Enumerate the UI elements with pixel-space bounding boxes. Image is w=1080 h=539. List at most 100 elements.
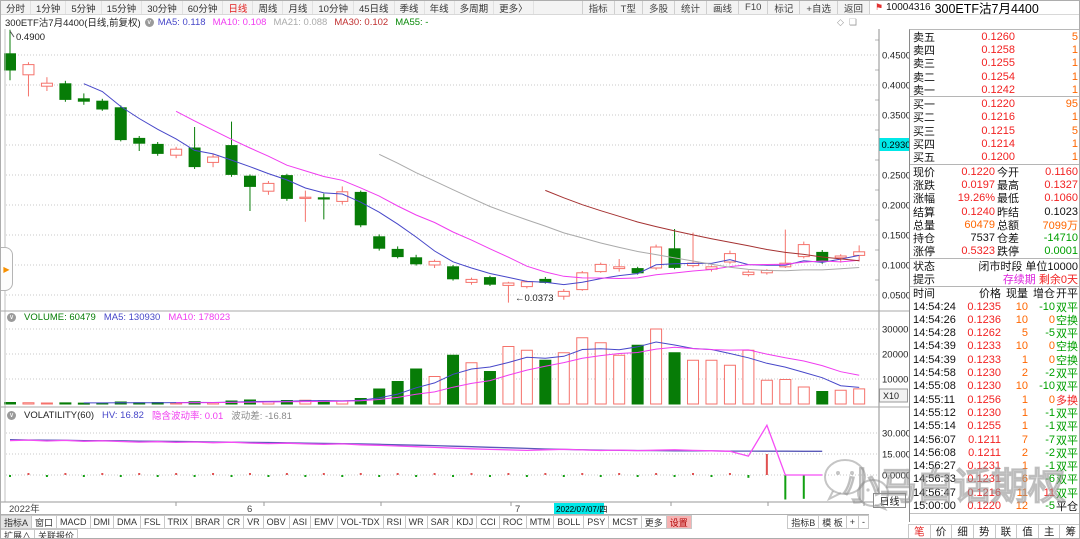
chart-title: 300ETF沽7月4400(日线,前复权) [5, 15, 141, 29]
indicator-button[interactable]: WR [405, 515, 428, 529]
period-item[interactable]: 月线 [283, 1, 313, 14]
svg-text:10000: 10000 [882, 375, 908, 386]
chart-header: 300ETF沽7月4400(日线,前复权) ∨ MA5: 0.118 MA10:… [1, 15, 1079, 29]
toolbar-button[interactable]: 标记 [767, 1, 799, 14]
period-item[interactable]: 60分钟 [183, 1, 224, 14]
period-item[interactable]: 10分钟 [313, 1, 354, 14]
ask-row[interactable]: 卖一0.12421 [910, 83, 1080, 96]
volume-ma5-label: MA5: 130930 [104, 312, 161, 323]
period-item[interactable]: 15分钟 [102, 1, 143, 14]
indicator-button[interactable]: MACD [56, 515, 91, 529]
indicator-button[interactable]: BOLL [553, 515, 584, 529]
indicator-button[interactable]: CR [223, 515, 244, 529]
indicator-button[interactable]: MTM [526, 515, 555, 529]
toolbar-buttons: 指标T型多股统计画线F10标记+自选返回 [582, 1, 869, 14]
extension-row: 扩展∧关联报价 [1, 529, 869, 539]
panel-tab[interactable]: 势 [973, 524, 996, 539]
svg-text:0.0000: 0.0000 [882, 471, 911, 482]
indicator-button[interactable]: FSL [140, 515, 165, 529]
toolbar-button[interactable]: 多股 [642, 1, 674, 14]
ma5-label: MA5: 0.118 [158, 17, 206, 28]
ticks-header-cell: 时间 [913, 285, 960, 301]
indicator-b-button[interactable]: + [846, 515, 859, 529]
panel-expander[interactable]: ▶ [1, 247, 13, 291]
indicator-button[interactable]: TRIX [164, 515, 193, 529]
toolbar-button[interactable]: T型 [614, 1, 642, 14]
ticks-header-cell: 现量 [1001, 285, 1028, 301]
period-item[interactable]: 更多〉 [494, 1, 534, 14]
ma55-label: MA55: - [395, 17, 428, 28]
toolbar-button[interactable]: +自选 [799, 1, 837, 14]
hv-label: HV: 16.82 [102, 410, 144, 421]
volatility-collapse-icon[interactable]: ∨ [7, 411, 16, 420]
more-indicators-button[interactable]: 更多 [641, 515, 667, 529]
period-item[interactable]: 30分钟 [142, 1, 183, 14]
panel-tab[interactable]: 价 [930, 524, 953, 539]
volume-header: ∨ VOLUME: 60479 MA5: 130930 MA10: 178023 [7, 312, 230, 323]
svg-text:0.4000: 0.4000 [882, 81, 911, 92]
period-item[interactable]: 周线 [253, 1, 283, 14]
panel-tab[interactable]: 主 [1038, 524, 1061, 539]
volume-collapse-icon[interactable]: ∨ [7, 313, 16, 322]
panel-tab[interactable]: 值 [1016, 524, 1039, 539]
indicator-button[interactable]: DMA [113, 515, 141, 529]
indicator-button[interactable]: MCST [608, 515, 642, 529]
volume-value-label: VOLUME: 60479 [24, 312, 96, 323]
indicator-button[interactable]: BRAR [191, 515, 224, 529]
period-box[interactable]: 日线 [873, 493, 906, 508]
indicator-group-button[interactable]: 指标A [0, 515, 32, 529]
toolbar-button[interactable]: F10 [738, 1, 767, 14]
period-item[interactable]: 45日线 [354, 1, 395, 14]
indicator-button[interactable]: ROC [499, 515, 527, 529]
period-item[interactable]: 1分钟 [31, 1, 66, 14]
expander-arrow-icon: ▶ [3, 265, 9, 274]
vol-diff-label: 波动差: -16.81 [231, 408, 292, 422]
period-item[interactable]: 年线 [425, 1, 455, 14]
flag-icon: ⚑ [875, 2, 883, 13]
period-item[interactable]: 5分钟 [66, 1, 101, 14]
period-item[interactable]: 季线 [395, 1, 425, 14]
toolbar-button[interactable]: 返回 [837, 1, 869, 14]
indicator-b-button[interactable]: 指标B [787, 515, 819, 529]
svg-text:0.1500: 0.1500 [882, 231, 911, 242]
indicator-button[interactable]: KDJ [452, 515, 477, 529]
settings-button[interactable]: 设置 [666, 515, 692, 529]
ticks-header-cell: 增仓 [1028, 285, 1055, 301]
panel-tab[interactable]: 细 [951, 524, 974, 539]
indicator-button[interactable]: VR [243, 515, 264, 529]
bid-row[interactable]: 买五0.12001 [910, 151, 1080, 164]
panel-tab[interactable]: 筹 [1059, 524, 1080, 539]
svg-text:2022/07/07/四: 2022/07/07/四 [556, 505, 607, 514]
diamond-tool-icon[interactable]: ◇ [837, 17, 844, 28]
extension-button[interactable]: 扩展∧ [0, 529, 35, 539]
indicator-button[interactable]: ASI [289, 515, 312, 529]
chart-svg[interactable]: 0.45000.40000.35000.25000.20000.15000.10… [1, 29, 911, 514]
indicator-button[interactable]: SAR [427, 515, 454, 529]
toolbar-button[interactable]: 统计 [674, 1, 706, 14]
indicator-button[interactable]: DMI [90, 515, 115, 529]
indicator-button[interactable]: RSI [383, 515, 406, 529]
indicator-button[interactable]: VOL-TDX [337, 515, 384, 529]
toolbar-button[interactable]: 指标 [582, 1, 614, 14]
indicator-b-button[interactable]: - [858, 515, 869, 529]
panel-tab[interactable]: 笔 [908, 524, 931, 539]
indicator-button[interactable]: PSY [583, 515, 609, 529]
trade-row[interactable]: 15:00:000.122012-5平仓 [910, 499, 1080, 512]
period-item[interactable]: 多周期 [455, 1, 495, 14]
period-item[interactable]: 分时 [1, 1, 31, 14]
panel-tab[interactable]: 联 [995, 524, 1018, 539]
period-item[interactable]: 日线 [223, 1, 253, 14]
window-tool-icon[interactable]: ❏ [849, 17, 857, 28]
indicator-group-button[interactable]: 窗口 [31, 515, 57, 529]
indicator-collapse-icon[interactable]: ∨ [145, 18, 154, 27]
hint-row: 提示 存续期 剩余0天 [910, 272, 1080, 285]
indicator-button[interactable]: OBV [263, 515, 290, 529]
indicator-button[interactable]: CCI [476, 515, 500, 529]
toolbar-button[interactable]: 画线 [706, 1, 738, 14]
indicator-b-button[interactable]: 模 板 [818, 515, 847, 529]
hint-remaining: 剩余0天 [1039, 274, 1078, 286]
extension-button[interactable]: 关联报价 [34, 529, 78, 539]
tick-list: 14:54:240.123510-10双平14:54:260.1236100空换… [910, 300, 1080, 514]
panel-tab-strip: 笔价细势联值主筹 [909, 522, 1080, 539]
indicator-button[interactable]: EMV [310, 515, 338, 529]
